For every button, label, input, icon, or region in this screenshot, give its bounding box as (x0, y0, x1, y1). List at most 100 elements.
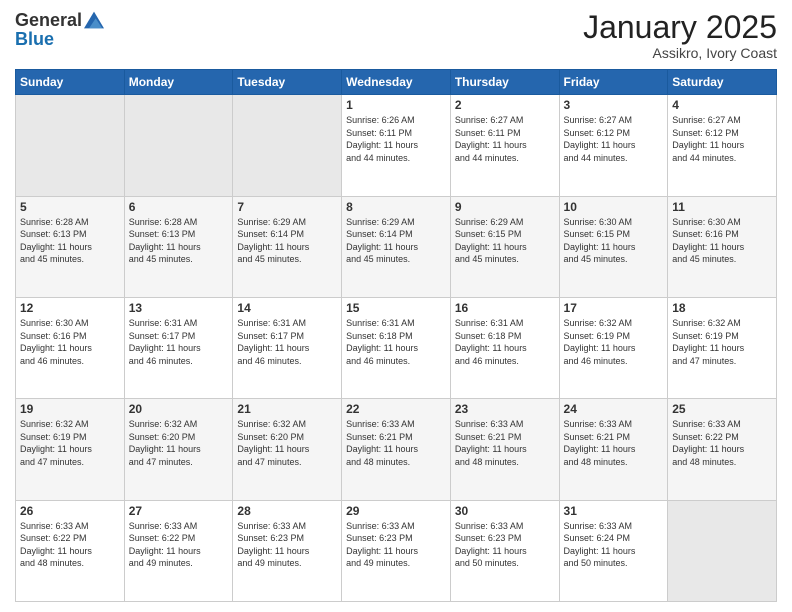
day-number: 10 (564, 200, 664, 214)
table-row: 7Sunrise: 6:29 AM Sunset: 6:14 PM Daylig… (233, 196, 342, 297)
col-thursday: Thursday (450, 70, 559, 95)
day-number: 3 (564, 98, 664, 112)
table-row: 11 Sunrise: 6:30 AM Sunset: 6:16 PM Dayli… (668, 196, 777, 297)
table-row: 23 Sunrise: 6:33 AM Sunset: 6:21 PM Dayli… (450, 399, 559, 500)
table-row (233, 95, 342, 196)
day-number: 17 (564, 301, 664, 315)
day-info: Sunrise: 6:27 AM Sunset: 6:11 PM Dayligh… (455, 114, 555, 164)
day-number: 2 (455, 98, 555, 112)
day-info: Sunrise: 6:33 AM Sunset: 6:22 PM Dayligh… (20, 520, 120, 570)
day-info: Sunrise: 6:28 AM Sunset: 6:13 PM Dayligh… (129, 216, 229, 266)
table-row: 14Sunrise: 6:31 AM Sunset: 6:17 PM Dayli… (233, 297, 342, 398)
calendar-week-row: 1Sunrise: 6:26 AM Sunset: 6:11 PM Daylig… (16, 95, 777, 196)
calendar-table: Sunday Monday Tuesday Wednesday Thursday… (15, 69, 777, 602)
table-row: 9Sunrise: 6:29 AM Sunset: 6:15 PM Daylig… (450, 196, 559, 297)
header: General Blue January 2025 Assikro, Ivory… (15, 10, 777, 61)
day-number: 14 (237, 301, 337, 315)
day-info: Sunrise: 6:27 AM Sunset: 6:12 PM Dayligh… (564, 114, 664, 164)
day-number: 30 (455, 504, 555, 518)
day-number: 22 (346, 402, 446, 416)
table-row: 1Sunrise: 6:26 AM Sunset: 6:11 PM Daylig… (342, 95, 451, 196)
day-number: 18 (672, 301, 772, 315)
table-row: 30 Sunrise: 6:33 AM Sunset: 6:23 PM Dayli… (450, 500, 559, 601)
day-info: Sunrise: 6:31 AM Sunset: 6:17 PM Dayligh… (129, 317, 229, 367)
day-info: Sunrise: 6:32 AM Sunset: 6:19 PM Dayligh… (20, 418, 120, 468)
day-number: 5 (20, 200, 120, 214)
calendar-week-row: 19Sunrise: 6:32 AM Sunset: 6:19 PM Dayli… (16, 399, 777, 500)
day-info: Sunrise: 6:30 AM Sunset: 6:16 PM Dayligh… (672, 216, 772, 266)
day-info: Sunrise: 6:32 AM Sunset: 6:20 PM Dayligh… (237, 418, 337, 468)
day-info: Sunrise: 6:33 AM Sunset: 6:24 PM Dayligh… (564, 520, 664, 570)
day-info: Sunrise: 6:32 AM Sunset: 6:20 PM Dayligh… (129, 418, 229, 468)
day-info: Sunrise: 6:33 AM Sunset: 6:21 PM Dayligh… (564, 418, 664, 468)
page: General Blue January 2025 Assikro, Ivory… (0, 0, 792, 612)
col-friday: Friday (559, 70, 668, 95)
day-info: Sunrise: 6:33 AM Sunset: 6:23 PM Dayligh… (346, 520, 446, 570)
day-info: Sunrise: 6:33 AM Sunset: 6:22 PM Dayligh… (672, 418, 772, 468)
table-row: 25 Sunrise: 6:33 AM Sunset: 6:22 PM Dayli… (668, 399, 777, 500)
day-info: Sunrise: 6:27 AM Sunset: 6:12 PM Dayligh… (672, 114, 772, 164)
col-saturday: Saturday (668, 70, 777, 95)
title-block: January 2025 Assikro, Ivory Coast (583, 10, 777, 61)
calendar-week-row: 12Sunrise: 6:30 AM Sunset: 6:16 PM Dayli… (16, 297, 777, 398)
table-row: 5 Sunrise: 6:28 AM Sunset: 6:13 PM Daylig… (16, 196, 125, 297)
table-row: 22 Sunrise: 6:33 AM Sunset: 6:21 PM Dayli… (342, 399, 451, 500)
day-number: 24 (564, 402, 664, 416)
table-row: 21 Sunrise: 6:32 AM Sunset: 6:20 PM Dayli… (233, 399, 342, 500)
day-number: 4 (672, 98, 772, 112)
day-number: 23 (455, 402, 555, 416)
day-info: Sunrise: 6:31 AM Sunset: 6:18 PM Dayligh… (455, 317, 555, 367)
col-monday: Monday (124, 70, 233, 95)
table-row: 29 Sunrise: 6:33 AM Sunset: 6:23 PM Dayli… (342, 500, 451, 601)
table-row: 10Sunrise: 6:30 AM Sunset: 6:15 PM Dayli… (559, 196, 668, 297)
day-number: 15 (346, 301, 446, 315)
logo: General Blue (15, 10, 104, 48)
month-title: January 2025 (583, 10, 777, 45)
table-row (124, 95, 233, 196)
day-info: Sunrise: 6:33 AM Sunset: 6:21 PM Dayligh… (455, 418, 555, 468)
day-number: 8 (346, 200, 446, 214)
table-row (668, 500, 777, 601)
table-row: 26 Sunrise: 6:33 AM Sunset: 6:22 PM Dayli… (16, 500, 125, 601)
table-row: 16Sunrise: 6:31 AM Sunset: 6:18 PM Dayli… (450, 297, 559, 398)
logo-blue-text: Blue (15, 30, 104, 48)
table-row: 17Sunrise: 6:32 AM Sunset: 6:19 PM Dayli… (559, 297, 668, 398)
table-row: 27Sunrise: 6:33 AM Sunset: 6:22 PM Dayli… (124, 500, 233, 601)
day-number: 25 (672, 402, 772, 416)
day-info: Sunrise: 6:32 AM Sunset: 6:19 PM Dayligh… (672, 317, 772, 367)
day-info: Sunrise: 6:31 AM Sunset: 6:18 PM Dayligh… (346, 317, 446, 367)
day-number: 21 (237, 402, 337, 416)
table-row: 15 Sunrise: 6:31 AM Sunset: 6:18 PM Dayli… (342, 297, 451, 398)
day-number: 7 (237, 200, 337, 214)
day-number: 13 (129, 301, 229, 315)
day-number: 31 (564, 504, 664, 518)
day-info: Sunrise: 6:33 AM Sunset: 6:21 PM Dayligh… (346, 418, 446, 468)
logo-icon (84, 10, 104, 30)
table-row: 8 Sunrise: 6:29 AM Sunset: 6:14 PM Daylig… (342, 196, 451, 297)
day-number: 12 (20, 301, 120, 315)
col-sunday: Sunday (16, 70, 125, 95)
day-number: 11 (672, 200, 772, 214)
day-info: Sunrise: 6:29 AM Sunset: 6:15 PM Dayligh… (455, 216, 555, 266)
col-wednesday: Wednesday (342, 70, 451, 95)
table-row: 20 Sunrise: 6:32 AM Sunset: 6:20 PM Dayli… (124, 399, 233, 500)
calendar-week-row: 5 Sunrise: 6:28 AM Sunset: 6:13 PM Daylig… (16, 196, 777, 297)
table-row: 6Sunrise: 6:28 AM Sunset: 6:13 PM Daylig… (124, 196, 233, 297)
table-row: 4 Sunrise: 6:27 AM Sunset: 6:12 PM Daylig… (668, 95, 777, 196)
day-number: 26 (20, 504, 120, 518)
day-number: 1 (346, 98, 446, 112)
day-info: Sunrise: 6:29 AM Sunset: 6:14 PM Dayligh… (346, 216, 446, 266)
location-subtitle: Assikro, Ivory Coast (583, 45, 777, 61)
day-number: 27 (129, 504, 229, 518)
table-row: 18 Sunrise: 6:32 AM Sunset: 6:19 PM Dayli… (668, 297, 777, 398)
day-number: 28 (237, 504, 337, 518)
day-info: Sunrise: 6:33 AM Sunset: 6:23 PM Dayligh… (455, 520, 555, 570)
day-number: 29 (346, 504, 446, 518)
table-row: 28Sunrise: 6:33 AM Sunset: 6:23 PM Dayli… (233, 500, 342, 601)
day-info: Sunrise: 6:28 AM Sunset: 6:13 PM Dayligh… (20, 216, 120, 266)
table-row: 24 Sunrise: 6:33 AM Sunset: 6:21 PM Dayli… (559, 399, 668, 500)
table-row (16, 95, 125, 196)
col-tuesday: Tuesday (233, 70, 342, 95)
day-number: 20 (129, 402, 229, 416)
table-row: 31 Sunrise: 6:33 AM Sunset: 6:24 PM Dayli… (559, 500, 668, 601)
